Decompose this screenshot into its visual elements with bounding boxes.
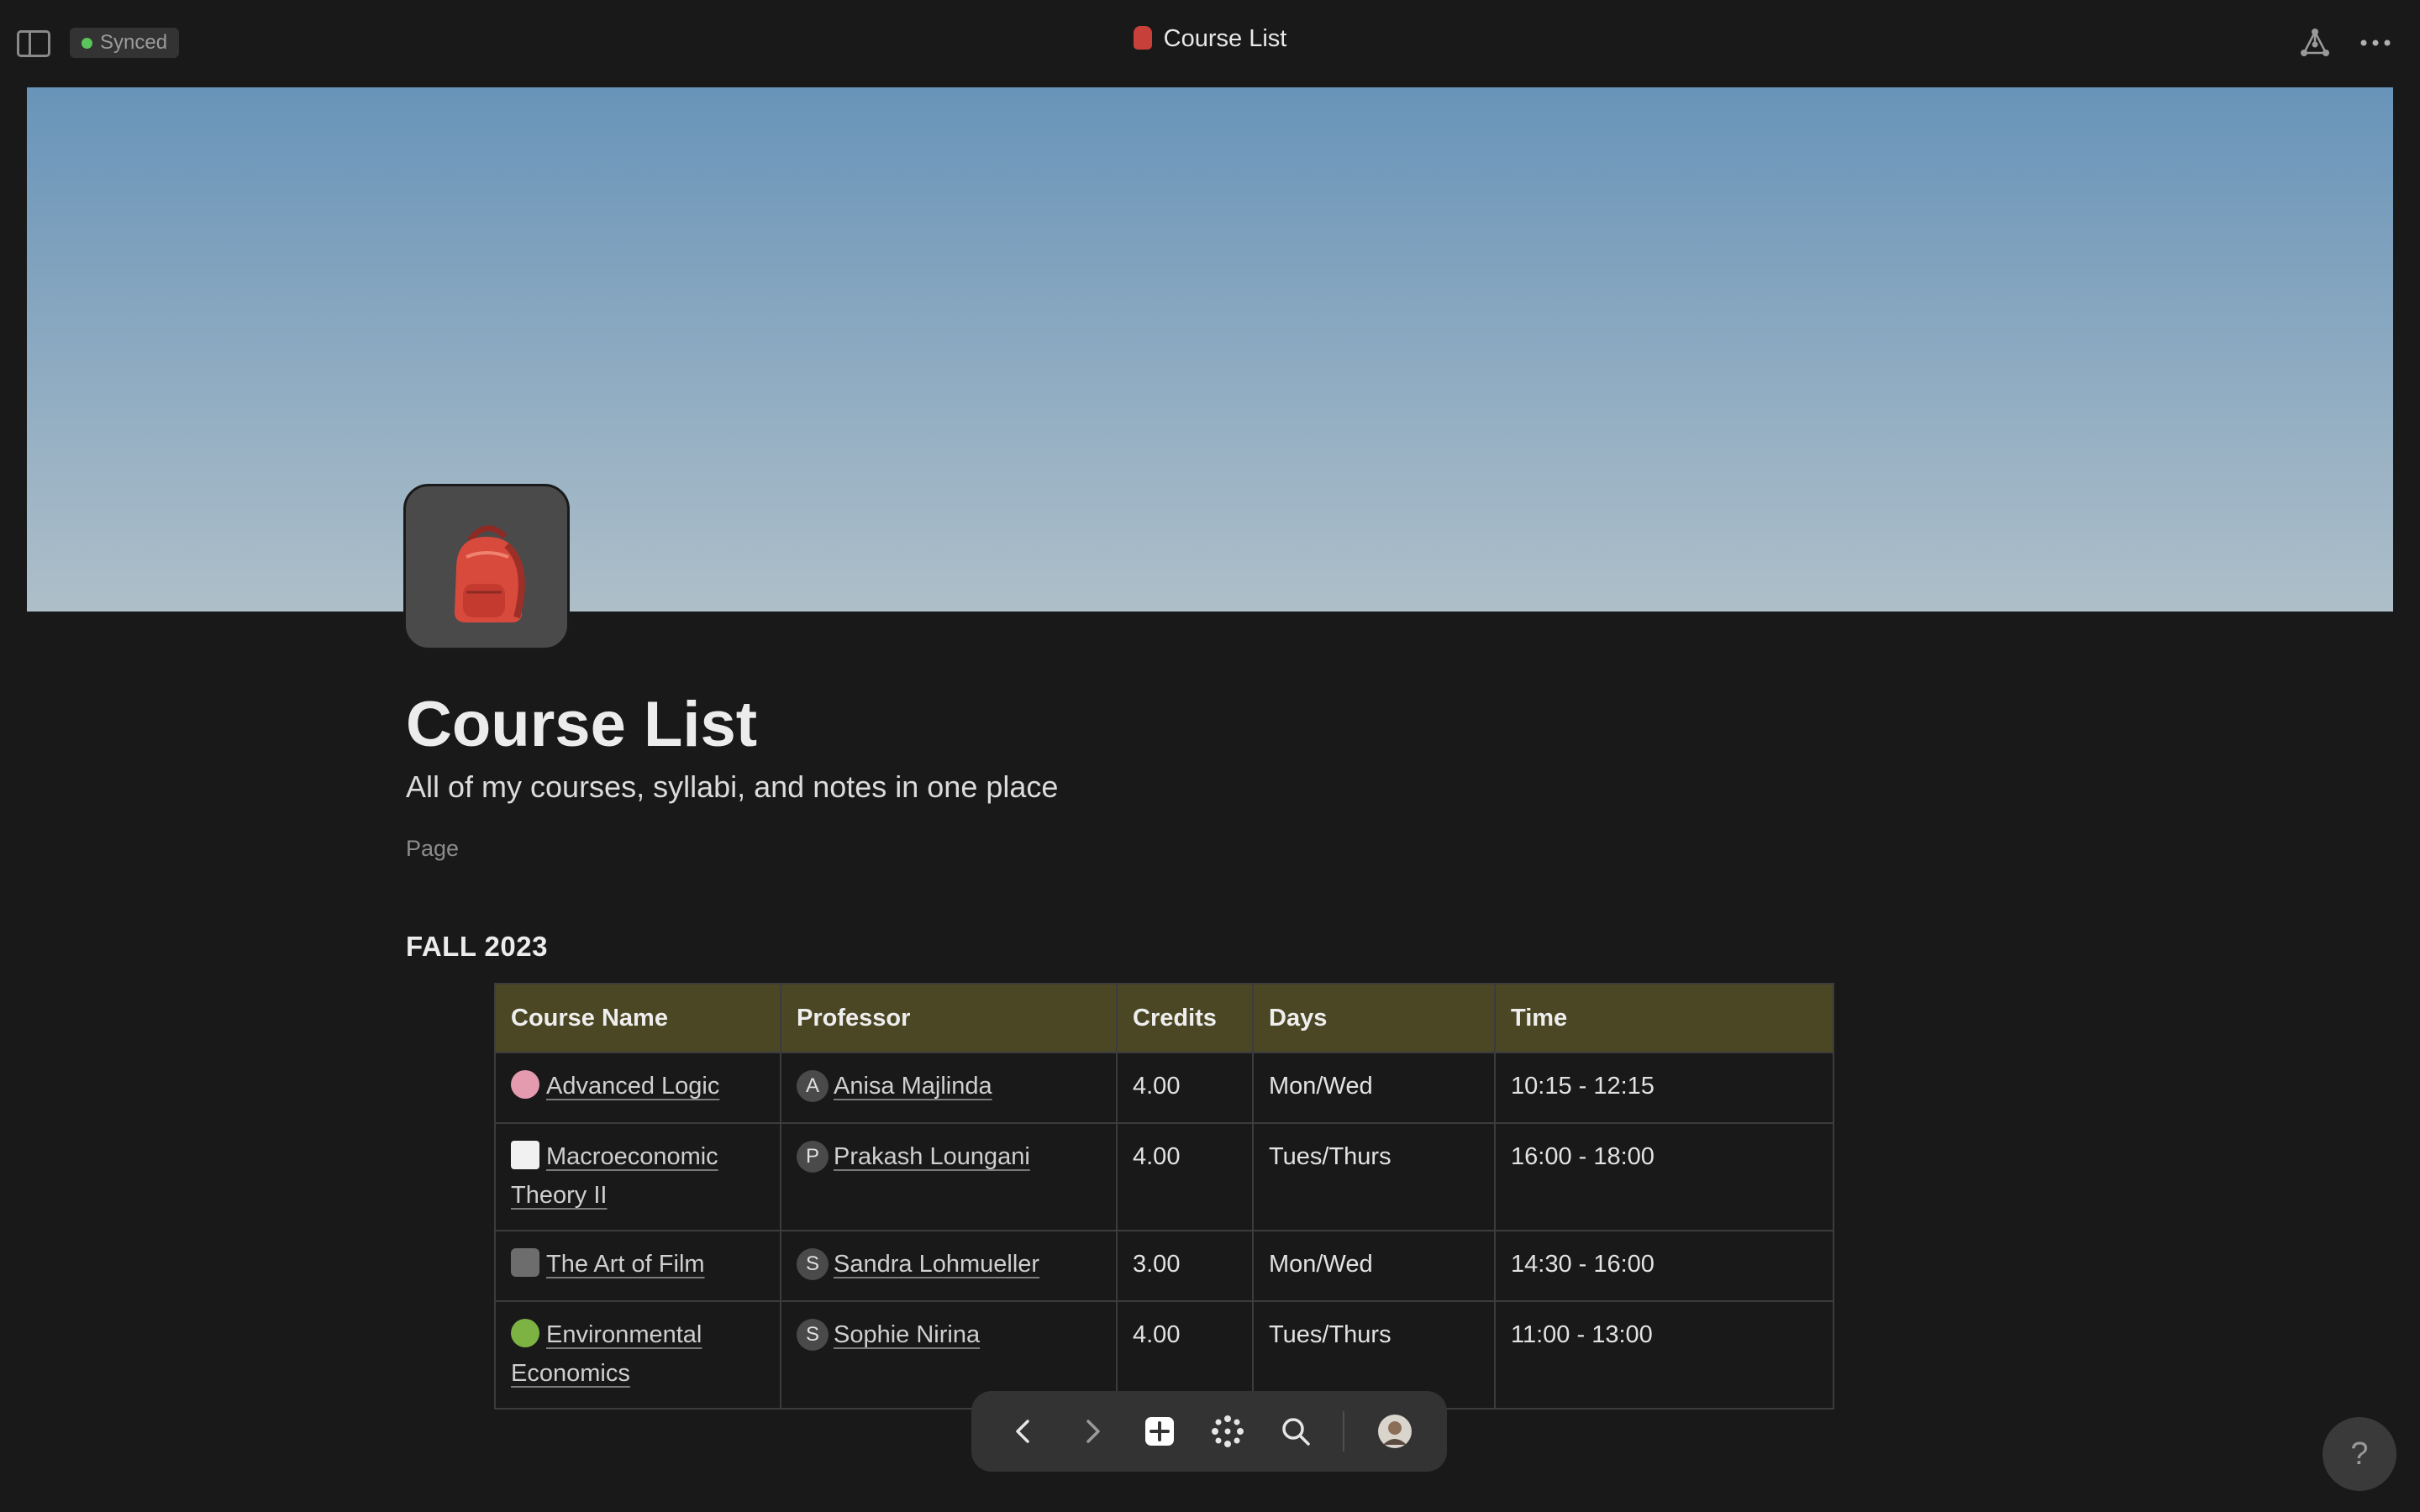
course-table: Course Name Professor Credits Days Time … <box>494 983 1834 1410</box>
days-cell[interactable]: Mon/Wed <box>1252 1052 1496 1124</box>
professor-avatar: A <box>797 1070 829 1102</box>
tree-icon <box>511 1319 539 1347</box>
back-arrow-icon[interactable] <box>1003 1411 1044 1452</box>
search-icon[interactable] <box>1276 1411 1316 1452</box>
movie-camera-icon <box>511 1248 539 1277</box>
course-cell: Advanced Logic <box>494 1052 781 1124</box>
page-title[interactable]: Course List <box>406 687 757 763</box>
section-heading[interactable]: FALL 2023 <box>406 931 548 963</box>
professor-link[interactable]: Sandra Lohmueller <box>834 1251 1039 1278</box>
course-link[interactable]: Advanced Logic <box>546 1073 719 1100</box>
time-cell[interactable]: 14:30 - 16:00 <box>1494 1230 1834 1302</box>
professor-link[interactable]: Anisa Majlinda <box>834 1073 992 1100</box>
professor-link[interactable]: Prakash Loungani <box>834 1143 1030 1170</box>
time-cell[interactable]: 10:15 - 12:15 <box>1494 1052 1834 1124</box>
time-cell[interactable]: 11:00 - 13:00 <box>1494 1300 1834 1410</box>
cover-image[interactable] <box>27 87 2393 612</box>
table-row: The Art of Film S Sandra Lohmueller 3.00 … <box>494 1230 1834 1302</box>
professor-cell: S Sandra Lohmueller <box>780 1230 1118 1302</box>
course-link[interactable]: Environmental Economics <box>511 1321 702 1387</box>
backpack-icon <box>455 525 525 622</box>
graph-view-icon[interactable] <box>2299 27 2331 59</box>
days-cell[interactable]: Mon/Wed <box>1252 1230 1496 1302</box>
dots-grid-icon[interactable] <box>1207 1411 1248 1452</box>
breadcrumb[interactable]: Course List <box>0 25 2420 53</box>
top-bar: Synced Course List <box>0 0 2420 87</box>
professor-avatar: S <box>797 1248 829 1280</box>
column-header-time[interactable]: Time <box>1494 983 1834 1053</box>
column-header-days[interactable]: Days <box>1252 983 1496 1053</box>
avatar[interactable] <box>1375 1411 1415 1452</box>
brain-icon <box>511 1070 539 1099</box>
professor-avatar: S <box>797 1319 829 1351</box>
credits-cell[interactable]: 3.00 <box>1116 1230 1254 1302</box>
course-link[interactable]: Macroeconomic Theory II <box>511 1143 718 1209</box>
help-button[interactable]: ? <box>2323 1417 2396 1491</box>
course-cell: Macroeconomic Theory II <box>494 1122 781 1231</box>
column-header-course[interactable]: Course Name <box>494 983 781 1053</box>
table-header-row: Course Name Professor Credits Days Time <box>494 983 1834 1053</box>
time-cell[interactable]: 16:00 - 18:00 <box>1494 1122 1834 1231</box>
toolbar-divider <box>1343 1411 1344 1452</box>
course-cell: The Art of Film <box>494 1230 781 1302</box>
more-options-icon[interactable] <box>2358 27 2393 59</box>
forward-arrow-icon[interactable] <box>1072 1411 1113 1452</box>
professor-avatar: P <box>797 1141 829 1173</box>
breadcrumb-title: Course List <box>1163 25 1287 52</box>
table-row: Macroeconomic Theory II P Prakash Loungan… <box>494 1122 1834 1231</box>
new-page-icon[interactable] <box>1139 1411 1180 1452</box>
page-type-label: Page <box>406 836 460 861</box>
credits-cell[interactable]: 4.00 <box>1116 1052 1254 1124</box>
course-cell: Environmental Economics <box>494 1300 781 1410</box>
bottom-toolbar <box>971 1391 1447 1472</box>
column-header-professor[interactable]: Professor <box>780 983 1118 1053</box>
professor-link[interactable]: Sophie Nirina <box>834 1321 980 1348</box>
days-cell[interactable]: Tues/Thurs <box>1252 1122 1496 1231</box>
backpack-icon <box>1133 26 1152 50</box>
credits-cell[interactable]: 4.00 <box>1116 1122 1254 1231</box>
page-subtitle[interactable]: All of my courses, syllabi, and notes in… <box>406 769 1058 805</box>
chart-increasing-icon <box>511 1141 539 1169</box>
column-header-credits[interactable]: Credits <box>1116 983 1254 1053</box>
course-link[interactable]: The Art of Film <box>546 1251 705 1278</box>
professor-cell: P Prakash Loungani <box>780 1122 1118 1231</box>
table-row: Advanced Logic A Anisa Majlinda 4.00 Mon/… <box>494 1052 1834 1124</box>
page-icon[interactable] <box>403 484 570 650</box>
professor-cell: A Anisa Majlinda <box>780 1052 1118 1124</box>
